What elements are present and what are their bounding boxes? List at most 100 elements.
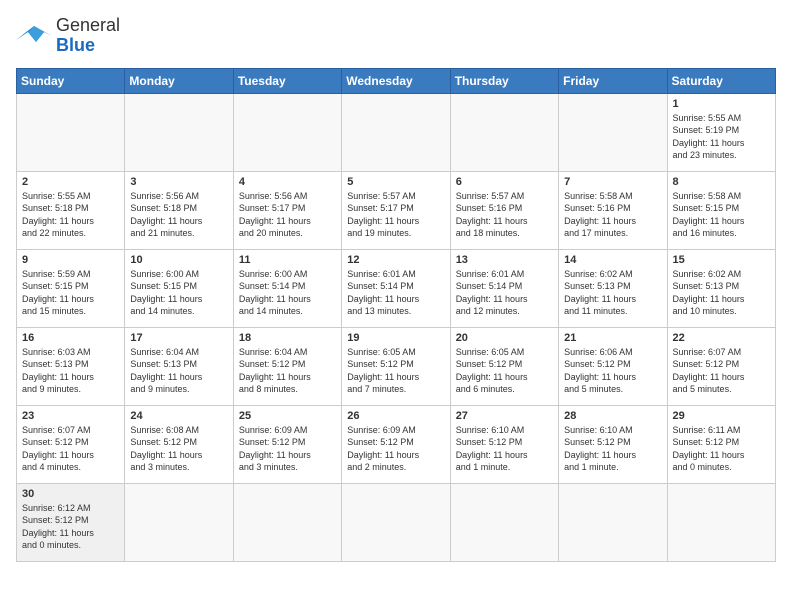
calendar-cell <box>17 93 125 171</box>
calendar-cell: 2 Sunrise: 5:55 AM Sunset: 5:18 PM Daylig… <box>17 171 125 249</box>
calendar-cell: 6 Sunrise: 5:57 AM Sunset: 5:16 PM Daylig… <box>450 171 558 249</box>
calendar-cell <box>125 93 233 171</box>
calendar-week-4: 16 Sunrise: 6:03 AM Sunset: 5:13 PM Dayli… <box>17 327 776 405</box>
day-info: Sunrise: 5:55 AM Sunset: 5:19 PM Dayligh… <box>673 112 770 162</box>
day-info: Sunrise: 6:07 AM Sunset: 5:12 PM Dayligh… <box>673 346 770 396</box>
day-number: 28 <box>564 410 661 422</box>
calendar-cell <box>450 93 558 171</box>
calendar-cell <box>559 483 667 561</box>
day-number: 18 <box>239 332 336 344</box>
calendar-cell: 9 Sunrise: 5:59 AM Sunset: 5:15 PM Daylig… <box>17 249 125 327</box>
day-number: 17 <box>130 332 227 344</box>
dow-header-sunday: Sunday <box>17 68 125 93</box>
calendar-cell <box>342 483 450 561</box>
day-number: 8 <box>673 176 770 188</box>
calendar-cell: 18 Sunrise: 6:04 AM Sunset: 5:12 PM Dayli… <box>233 327 341 405</box>
calendar-cell: 30 Sunrise: 6:12 AM Sunset: 5:12 PM Dayli… <box>17 483 125 561</box>
day-number: 22 <box>673 332 770 344</box>
day-info: Sunrise: 5:56 AM Sunset: 5:17 PM Dayligh… <box>239 190 336 240</box>
day-info: Sunrise: 6:03 AM Sunset: 5:13 PM Dayligh… <box>22 346 119 396</box>
day-number: 7 <box>564 176 661 188</box>
day-info: Sunrise: 6:10 AM Sunset: 5:12 PM Dayligh… <box>564 424 661 474</box>
dow-header-friday: Friday <box>559 68 667 93</box>
day-info: Sunrise: 6:06 AM Sunset: 5:12 PM Dayligh… <box>564 346 661 396</box>
day-number: 6 <box>456 176 553 188</box>
calendar-cell: 5 Sunrise: 5:57 AM Sunset: 5:17 PM Daylig… <box>342 171 450 249</box>
calendar-cell: 28 Sunrise: 6:10 AM Sunset: 5:12 PM Dayli… <box>559 405 667 483</box>
day-number: 1 <box>673 98 770 110</box>
calendar-cell: 22 Sunrise: 6:07 AM Sunset: 5:12 PM Dayli… <box>667 327 775 405</box>
calendar-cell: 15 Sunrise: 6:02 AM Sunset: 5:13 PM Dayli… <box>667 249 775 327</box>
calendar-week-1: 1 Sunrise: 5:55 AM Sunset: 5:19 PM Daylig… <box>17 93 776 171</box>
day-number: 30 <box>22 488 119 500</box>
day-info: Sunrise: 6:05 AM Sunset: 5:12 PM Dayligh… <box>456 346 553 396</box>
calendar-cell: 20 Sunrise: 6:05 AM Sunset: 5:12 PM Dayli… <box>450 327 558 405</box>
day-info: Sunrise: 5:58 AM Sunset: 5:16 PM Dayligh… <box>564 190 661 240</box>
logo-text: General Blue <box>56 16 120 56</box>
calendar-cell: 16 Sunrise: 6:03 AM Sunset: 5:13 PM Dayli… <box>17 327 125 405</box>
day-info: Sunrise: 6:01 AM Sunset: 5:14 PM Dayligh… <box>456 268 553 318</box>
day-number: 2 <box>22 176 119 188</box>
day-number: 20 <box>456 332 553 344</box>
calendar-cell: 13 Sunrise: 6:01 AM Sunset: 5:14 PM Dayli… <box>450 249 558 327</box>
day-number: 15 <box>673 254 770 266</box>
calendar-cell <box>233 93 341 171</box>
calendar-cell: 17 Sunrise: 6:04 AM Sunset: 5:13 PM Dayli… <box>125 327 233 405</box>
day-info: Sunrise: 5:57 AM Sunset: 5:16 PM Dayligh… <box>456 190 553 240</box>
day-number: 14 <box>564 254 661 266</box>
day-info: Sunrise: 5:55 AM Sunset: 5:18 PM Dayligh… <box>22 190 119 240</box>
calendar-cell: 10Sunrise: 6:00 AM Sunset: 5:15 PM Dayli… <box>125 249 233 327</box>
day-number: 24 <box>130 410 227 422</box>
day-info: Sunrise: 6:04 AM Sunset: 5:12 PM Dayligh… <box>239 346 336 396</box>
calendar-cell: 3 Sunrise: 5:56 AM Sunset: 5:18 PM Daylig… <box>125 171 233 249</box>
calendar-cell: 23 Sunrise: 6:07 AM Sunset: 5:12 PM Dayli… <box>17 405 125 483</box>
day-info: Sunrise: 6:02 AM Sunset: 5:13 PM Dayligh… <box>673 268 770 318</box>
day-number: 5 <box>347 176 444 188</box>
day-number: 12 <box>347 254 444 266</box>
calendar-cell <box>342 93 450 171</box>
calendar-cell: 25 Sunrise: 6:09 AM Sunset: 5:12 PM Dayli… <box>233 405 341 483</box>
dow-header-saturday: Saturday <box>667 68 775 93</box>
calendar-cell: 24Sunrise: 6:08 AM Sunset: 5:12 PM Dayli… <box>125 405 233 483</box>
calendar-week-3: 9 Sunrise: 5:59 AM Sunset: 5:15 PM Daylig… <box>17 249 776 327</box>
day-info: Sunrise: 6:07 AM Sunset: 5:12 PM Dayligh… <box>22 424 119 474</box>
dow-header-tuesday: Tuesday <box>233 68 341 93</box>
day-info: Sunrise: 6:09 AM Sunset: 5:12 PM Dayligh… <box>347 424 444 474</box>
day-info: Sunrise: 6:11 AM Sunset: 5:12 PM Dayligh… <box>673 424 770 474</box>
calendar-cell: 4Sunrise: 5:56 AM Sunset: 5:17 PM Daylig… <box>233 171 341 249</box>
day-number: 16 <box>22 332 119 344</box>
calendar-cell <box>559 93 667 171</box>
day-number: 3 <box>130 176 227 188</box>
day-number: 23 <box>22 410 119 422</box>
calendar-cell: 11Sunrise: 6:00 AM Sunset: 5:14 PM Dayli… <box>233 249 341 327</box>
day-number: 13 <box>456 254 553 266</box>
logo: General Blue <box>16 16 120 56</box>
logo-icon <box>16 22 52 50</box>
calendar-week-6: 30 Sunrise: 6:12 AM Sunset: 5:12 PM Dayli… <box>17 483 776 561</box>
day-info: Sunrise: 5:58 AM Sunset: 5:15 PM Dayligh… <box>673 190 770 240</box>
day-info: Sunrise: 6:12 AM Sunset: 5:12 PM Dayligh… <box>22 502 119 552</box>
day-info: Sunrise: 6:04 AM Sunset: 5:13 PM Dayligh… <box>130 346 227 396</box>
dow-header-wednesday: Wednesday <box>342 68 450 93</box>
day-number: 19 <box>347 332 444 344</box>
day-info: Sunrise: 6:09 AM Sunset: 5:12 PM Dayligh… <box>239 424 336 474</box>
day-info: Sunrise: 5:56 AM Sunset: 5:18 PM Dayligh… <box>130 190 227 240</box>
calendar-cell <box>667 483 775 561</box>
day-number: 29 <box>673 410 770 422</box>
day-number: 25 <box>239 410 336 422</box>
calendar-cell: 29 Sunrise: 6:11 AM Sunset: 5:12 PM Dayli… <box>667 405 775 483</box>
day-number: 27 <box>456 410 553 422</box>
calendar-cell: 21Sunrise: 6:06 AM Sunset: 5:12 PM Dayli… <box>559 327 667 405</box>
day-info: Sunrise: 6:00 AM Sunset: 5:15 PM Dayligh… <box>130 268 227 318</box>
calendar-cell <box>233 483 341 561</box>
calendar-cell: 14Sunrise: 6:02 AM Sunset: 5:13 PM Dayli… <box>559 249 667 327</box>
calendar-week-2: 2 Sunrise: 5:55 AM Sunset: 5:18 PM Daylig… <box>17 171 776 249</box>
day-info: Sunrise: 5:59 AM Sunset: 5:15 PM Dayligh… <box>22 268 119 318</box>
day-number: 26 <box>347 410 444 422</box>
calendar-cell: 7 Sunrise: 5:58 AM Sunset: 5:16 PM Daylig… <box>559 171 667 249</box>
calendar-cell: 1 Sunrise: 5:55 AM Sunset: 5:19 PM Daylig… <box>667 93 775 171</box>
day-info: Sunrise: 5:57 AM Sunset: 5:17 PM Dayligh… <box>347 190 444 240</box>
day-number: 9 <box>22 254 119 266</box>
page-header: General Blue <box>16 16 776 56</box>
calendar-cell: 8 Sunrise: 5:58 AM Sunset: 5:15 PM Daylig… <box>667 171 775 249</box>
